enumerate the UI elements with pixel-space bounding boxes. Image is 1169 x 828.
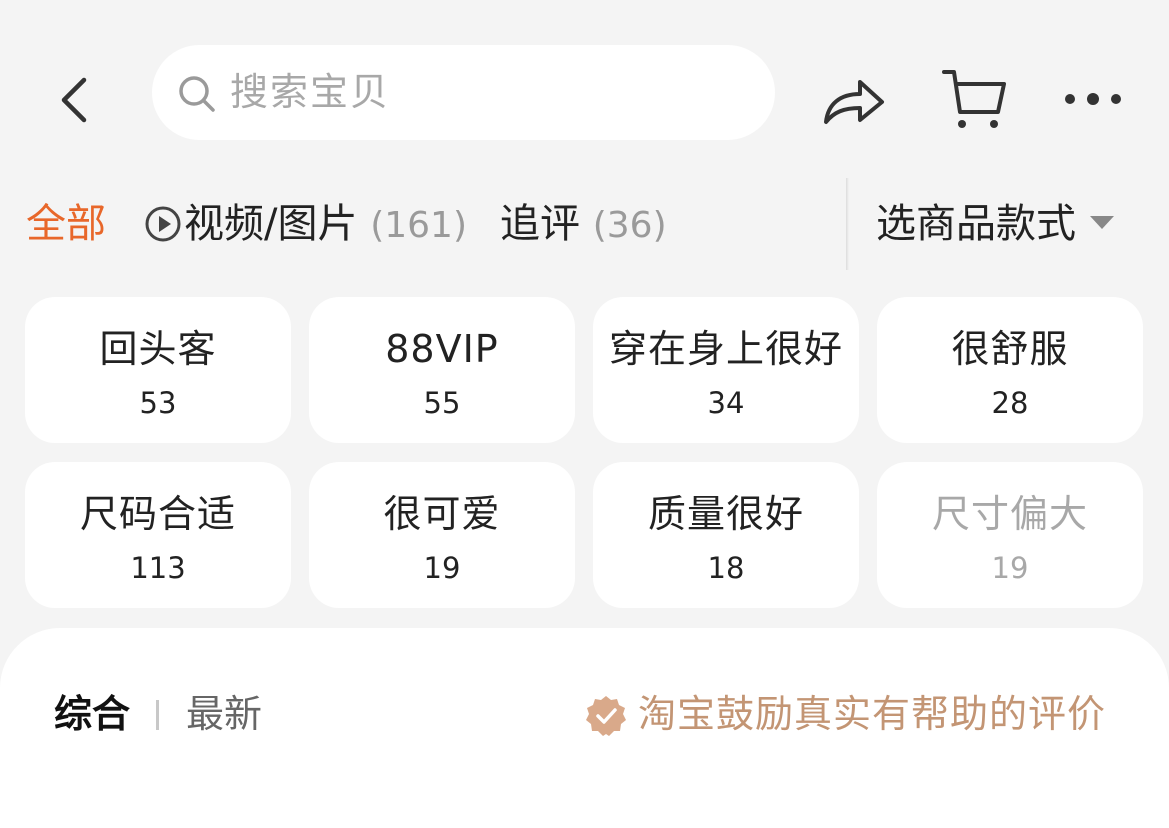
tab-media[interactable]: 视频/图片 (161) [144, 198, 467, 252]
tag-chip[interactable]: 质量很好 18 [593, 462, 859, 608]
tag-label: 88VIP [385, 327, 499, 371]
tag-chip[interactable]: 穿在身上很好 34 [593, 297, 859, 443]
tag-chip[interactable]: 很舒服 28 [877, 297, 1143, 443]
share-button[interactable] [820, 70, 888, 128]
tab-divider [846, 178, 849, 270]
review-list-panel: 综合 最新 淘宝鼓励真实有帮助的评价 [0, 628, 1169, 828]
sku-select-label: 选商品款式 [876, 201, 1076, 247]
search-placeholder: 搜索宝贝 [230, 70, 391, 114]
sort-latest-button[interactable]: 最新 [186, 690, 262, 738]
tab-all[interactable]: 全部 [26, 198, 106, 250]
tag-label: 尺寸偏大 [931, 492, 1088, 536]
tab-followup-count: (36) [592, 205, 667, 246]
encourage-notice: 淘宝鼓励真实有帮助的评价 [638, 692, 1107, 736]
tag-chip[interactable]: 尺寸偏大 19 [877, 462, 1143, 608]
tag-count: 19 [991, 551, 1029, 585]
play-icon [145, 206, 181, 242]
more-button[interactable] [1062, 84, 1124, 114]
more-icon [1065, 93, 1121, 105]
search-icon [179, 76, 215, 112]
tag-label: 很舒服 [951, 327, 1069, 371]
tag-chip[interactable]: 尺码合适 113 [25, 462, 291, 608]
tag-count: 18 [707, 551, 745, 585]
tab-followup-label: 追评 [500, 201, 580, 247]
tab-media-count: (161) [370, 205, 468, 246]
tab-media-label: 视频/图片 [184, 201, 358, 247]
back-arrow-icon [61, 77, 87, 123]
sku-select-dropdown[interactable]: 选商品款式 [876, 198, 1114, 250]
tag-label: 尺码合适 [79, 492, 236, 536]
cart-icon [942, 70, 1006, 128]
share-icon [824, 80, 884, 124]
top-bar: 搜索宝贝 [0, 0, 1169, 168]
tag-label: 质量很好 [647, 492, 804, 536]
tag-chip[interactable]: 很可爱 19 [309, 462, 575, 608]
tag-chip[interactable]: 回头客 53 [25, 297, 291, 443]
tag-label: 穿在身上很好 [608, 327, 843, 371]
back-button[interactable] [52, 70, 100, 130]
tab-followup[interactable]: 追评 (36) [500, 198, 667, 252]
tag-count: 34 [707, 386, 745, 420]
sort-combined-button[interactable]: 综合 [54, 690, 130, 738]
tag-count: 28 [991, 386, 1029, 420]
tag-label: 很可爱 [383, 492, 501, 536]
tag-count: 113 [130, 551, 186, 585]
search-bar[interactable]: 搜索宝贝 [152, 45, 775, 140]
tag-label: 回头客 [99, 327, 217, 371]
verified-badge-icon [586, 696, 626, 736]
tag-count: 19 [423, 551, 461, 585]
review-filter-tabs: 全部 视频/图片 (161) 追评 (36) 选商品款式 [0, 170, 1169, 278]
tag-count: 53 [139, 386, 177, 420]
sort-divider [156, 700, 159, 730]
cart-button[interactable] [940, 66, 1008, 132]
tag-count: 55 [423, 386, 461, 420]
tag-chip[interactable]: 88VIP 55 [309, 297, 575, 443]
caret-down-icon [1090, 216, 1114, 229]
